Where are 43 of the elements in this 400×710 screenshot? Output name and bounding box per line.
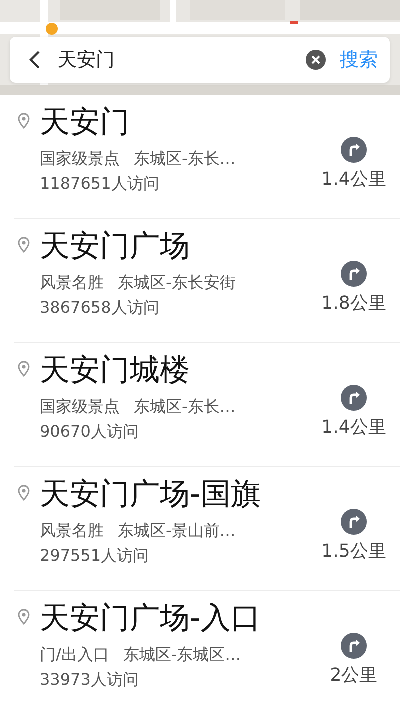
place-category: 风景名胜 xyxy=(40,273,104,294)
result-item[interactable]: 天安门广场-入口 门/出入口 东城区-东城区… 33973人访问 2公里 xyxy=(14,591,400,710)
result-item[interactable]: 天安门城楼 国家级景点 东城区-东长… 90670人访问 1.4公里 xyxy=(14,343,400,467)
search-field[interactable]: 天安门 搜索 xyxy=(10,37,390,83)
distance: 1.4公里 xyxy=(322,168,386,191)
visit-count: 33973人访问 xyxy=(40,670,140,691)
distance: 1.8公里 xyxy=(322,292,386,315)
place-address: 东城区-东长… xyxy=(134,149,236,170)
place-name: 天安门城楼 xyxy=(40,352,191,390)
route-icon xyxy=(341,509,367,535)
route-icon xyxy=(341,261,367,287)
distance: 1.5公里 xyxy=(322,540,386,563)
place-address: 东城区-东城区… xyxy=(123,645,242,666)
place-category: 国家级景点 xyxy=(40,397,120,418)
back-icon xyxy=(28,49,42,71)
close-icon xyxy=(306,50,326,70)
place-category: 风景名胜 xyxy=(40,521,104,542)
visit-count: 297551人访问 xyxy=(40,546,150,567)
route-icon xyxy=(341,385,367,411)
location-pin-icon xyxy=(18,113,30,129)
place-address: 东城区-东长… xyxy=(134,397,236,418)
route-icon xyxy=(341,137,367,163)
visit-count: 90670人访问 xyxy=(40,422,140,443)
location-pin-icon xyxy=(18,609,30,625)
location-pin-icon xyxy=(18,361,30,377)
distance: 2公里 xyxy=(330,664,378,687)
visit-count: 1187651人访问 xyxy=(40,174,160,195)
place-address: 东城区-景山前… xyxy=(118,521,236,542)
place-category: 门/出入口 xyxy=(40,645,110,666)
location-pin-icon xyxy=(18,237,30,253)
distance: 1.4公里 xyxy=(322,416,386,439)
location-pin-icon xyxy=(18,485,30,501)
route-icon xyxy=(341,633,367,659)
place-name: 天安门广场-国旗 xyxy=(40,476,262,514)
result-item[interactable]: 天安门广场-国旗 风景名胜 东城区-景山前… 297551人访问 1.5公里 xyxy=(14,467,400,591)
place-category: 国家级景点 xyxy=(40,149,120,170)
place-name: 天安门广场 xyxy=(40,228,191,266)
result-item[interactable]: 天安门广场 风景名胜 东城区-东长安街 3867658人访问 1.8公里 xyxy=(14,219,400,343)
place-name: 天安门 xyxy=(40,104,131,142)
visit-count: 3867658人访问 xyxy=(40,298,160,319)
result-item[interactable]: 天安门 国家级景点 东城区-东长… 1187651人访问 1.4公里 xyxy=(14,95,400,219)
place-name: 天安门广场-入口 xyxy=(40,600,262,638)
place-address: 东城区-东长安街 xyxy=(118,273,236,294)
